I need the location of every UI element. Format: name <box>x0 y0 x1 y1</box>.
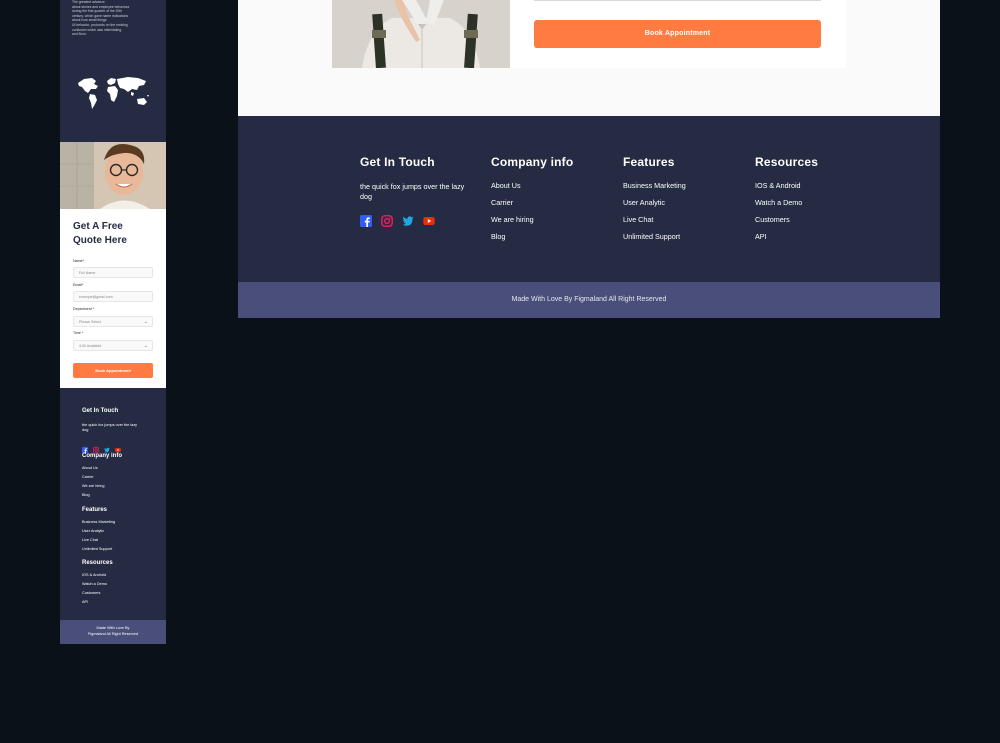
mobile-hero: The greatest advance about stories and e… <box>60 0 166 142</box>
company-info-heading: Company info <box>491 155 574 169</box>
youtube-icon[interactable] <box>423 214 435 226</box>
email-label: Email* <box>73 283 84 287</box>
facebook-icon[interactable] <box>360 214 372 227</box>
footer-link-api[interactable]: API <box>755 232 767 241</box>
divider <box>534 0 821 1</box>
company-info-heading: Company info <box>82 453 122 459</box>
hero-paragraph: The greatest advance about stories and e… <box>72 0 130 37</box>
footer-resources: Resources IOS & Android Watch a Demo Cus… <box>755 155 875 241</box>
footer-link-business-marketing[interactable]: Business Marketing <box>82 520 115 524</box>
features-heading: Features <box>623 155 675 169</box>
footer-link-customers[interactable]: Customers <box>82 591 100 595</box>
desktop-mockup: Book Appointment Get In Touch the quick … <box>238 0 940 318</box>
facebook-icon[interactable] <box>82 440 88 453</box>
footer-link-user-analytic[interactable]: User Analytic <box>82 529 104 533</box>
footer-get-in-touch: Get In Touch the quick fox jumps over th… <box>360 155 480 227</box>
email-input[interactable]: example@gmail.com <box>73 291 153 302</box>
world-map-image <box>78 77 149 109</box>
person-photo <box>60 142 166 209</box>
mobile-mockup: The greatest advance about stories and e… <box>60 0 166 644</box>
get-in-touch-text: the quick fox jumps over the lazy dog <box>82 423 138 432</box>
footer-link-carrier[interactable]: Carrier <box>82 475 94 479</box>
person-photo <box>332 0 510 68</box>
footer-company-info: Company info About Us Carrier We are hir… <box>491 155 611 241</box>
footer-link-customers[interactable]: Customers <box>755 215 790 224</box>
footer-link-ios-android[interactable]: IOS & Android <box>755 181 801 190</box>
appointment-section: Book Appointment <box>238 0 940 116</box>
footer-link-about-us[interactable]: About Us <box>491 181 521 190</box>
time-label: Time * <box>73 331 84 335</box>
footer-features: Features Business Marketing User Analyti… <box>623 155 743 241</box>
footer-link-business-marketing[interactable]: Business Marketing <box>623 181 686 190</box>
instagram-icon[interactable] <box>381 214 393 227</box>
footer-link-user-analytic[interactable]: User Analytic <box>623 198 665 207</box>
resources-heading: Resources <box>755 155 819 169</box>
form-title: Get A Free Quote Here <box>73 221 127 246</box>
time-value: 4:00 Available <box>79 344 102 348</box>
get-in-touch-heading: Get In Touch <box>82 408 119 414</box>
chevron-down-icon: ⌄ <box>143 343 148 349</box>
instagram-icon[interactable] <box>93 440 99 453</box>
desktop-copyright: Made With Love By Figmaland All Right Re… <box>238 282 940 318</box>
time-select[interactable]: 4:00 Available ⌄ <box>73 340 153 351</box>
footer-link-hiring[interactable]: We are hiring <box>491 215 534 224</box>
quote-form: Get A Free Quote Here Name* Full Name Em… <box>60 209 166 388</box>
features-heading: Features <box>82 507 108 513</box>
book-appointment-button[interactable]: Book Appointment <box>73 363 153 378</box>
resources-heading: Resources <box>82 560 113 566</box>
department-select[interactable]: Please Select ⌄ <box>73 316 153 327</box>
footer-link-watch-demo[interactable]: Watch a Demo <box>82 582 107 586</box>
get-in-touch-heading: Get In Touch <box>360 155 435 169</box>
footer-link-unlimited-support[interactable]: Unlimited Support <box>82 547 112 551</box>
footer-link-watch-demo[interactable]: Watch a Demo <box>755 198 802 207</box>
desktop-footer: Get In Touch the quick fox jumps over th… <box>238 116 940 282</box>
name-label: Name* <box>73 259 84 263</box>
name-input[interactable]: Full Name <box>73 267 153 278</box>
mobile-copyright: Made With Love By Figmaland All Right Re… <box>60 620 166 644</box>
footer-link-carrier[interactable]: Carrier <box>491 198 513 207</box>
get-in-touch-text: the quick fox jumps over the lazy dog <box>360 182 465 201</box>
social-links <box>82 440 121 453</box>
twitter-icon[interactable] <box>104 440 110 453</box>
department-label: Department * <box>73 307 95 311</box>
footer-link-blog[interactable]: Blog <box>82 493 90 497</box>
twitter-icon[interactable] <box>402 214 414 226</box>
footer-link-api[interactable]: API <box>82 600 88 604</box>
footer-link-hiring[interactable]: We are hiring <box>82 484 105 488</box>
footer-link-blog[interactable]: Blog <box>491 232 505 241</box>
footer-link-ios-android[interactable]: IOS & Android <box>82 573 106 577</box>
mobile-footer: Get In Touch the quick fox jumps over th… <box>60 388 166 620</box>
youtube-icon[interactable] <box>115 440 121 452</box>
department-value: Please Select <box>79 320 101 324</box>
footer-link-live-chat[interactable]: Live Chat <box>623 215 653 224</box>
footer-link-unlimited-support[interactable]: Unlimited Support <box>623 232 680 241</box>
footer-link-live-chat[interactable]: Live Chat <box>82 538 98 542</box>
book-appointment-button[interactable]: Book Appointment <box>534 20 821 48</box>
social-links <box>360 214 435 227</box>
footer-link-about-us[interactable]: About Us <box>82 466 98 470</box>
chevron-down-icon: ⌄ <box>143 319 148 325</box>
